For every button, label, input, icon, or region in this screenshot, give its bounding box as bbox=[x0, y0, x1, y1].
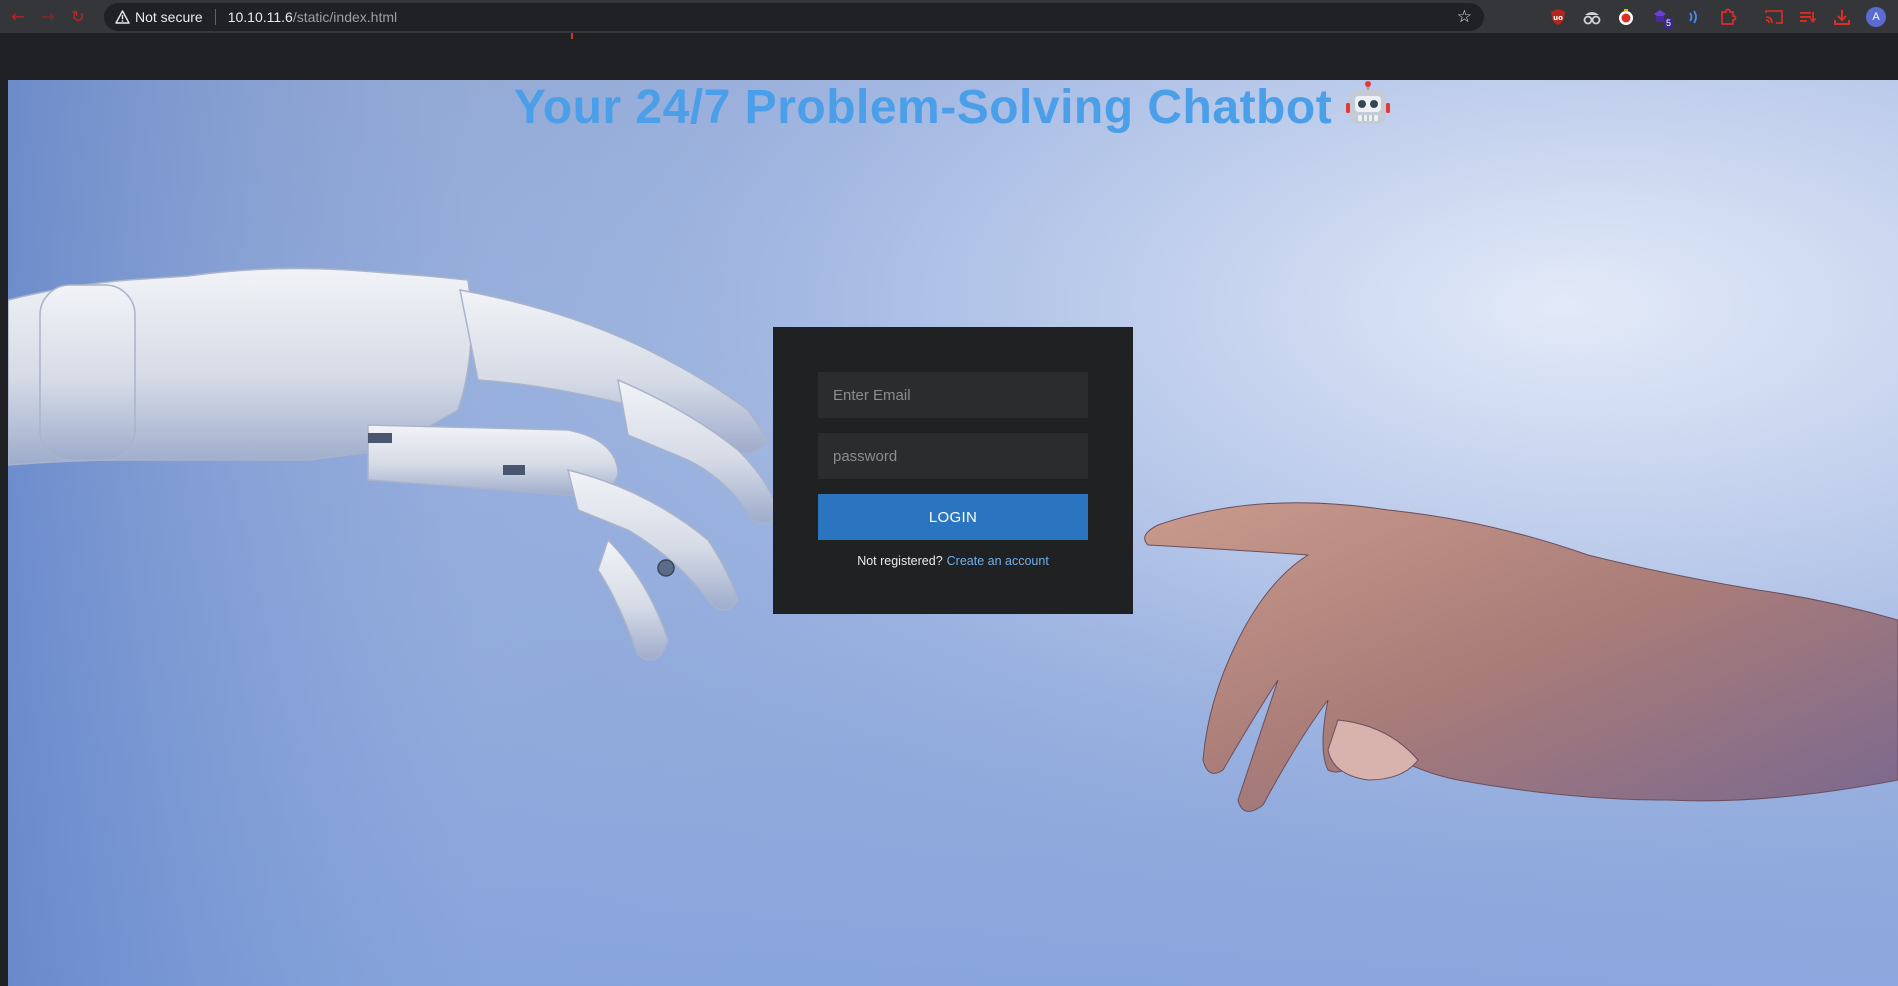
extension-badge-count: 5 bbox=[1663, 17, 1673, 29]
ublock-icon[interactable]: uo bbox=[1548, 7, 1568, 27]
url-host: 10.10.11.6 bbox=[227, 8, 293, 25]
back-arrow-icon[interactable]: ← bbox=[6, 5, 30, 29]
page-loading-indicator bbox=[571, 33, 573, 39]
url-text[interactable]: 10.10.11.6/static/index.html bbox=[228, 9, 397, 25]
browser-toolbar: ← → ↻ Not secure 10.10.11.6/static/index… bbox=[0, 0, 1898, 33]
cast-icon[interactable] bbox=[1764, 7, 1784, 27]
download-icon[interactable] bbox=[1832, 7, 1852, 27]
password-input[interactable] bbox=[818, 433, 1088, 479]
svg-text:uo: uo bbox=[1553, 14, 1563, 22]
url-path: /static/index.html bbox=[292, 8, 398, 25]
forward-arrow-icon[interactable]: → bbox=[36, 5, 60, 29]
profile-avatar[interactable]: A bbox=[1866, 6, 1886, 27]
warning-triangle-icon bbox=[114, 9, 130, 25]
browser-tab-strip bbox=[0, 33, 1898, 80]
register-prompt: Not registered? Create an account bbox=[818, 554, 1088, 568]
register-prompt-text: Not registered? bbox=[857, 554, 943, 568]
page-title-text: Your 24/7 Problem-Solving Chatbot bbox=[513, 81, 1333, 134]
robot-face-icon bbox=[1346, 81, 1391, 124]
queue-icon[interactable] bbox=[1798, 7, 1818, 27]
security-status-label[interactable]: Not secure bbox=[135, 8, 216, 25]
wifi-waves-icon[interactable] bbox=[1684, 7, 1704, 27]
login-button[interactable]: LOGIN bbox=[818, 494, 1088, 540]
address-bar[interactable]: Not secure 10.10.11.6/static/index.html … bbox=[104, 2, 1484, 31]
reload-icon[interactable]: ↻ bbox=[66, 5, 90, 29]
extension-badge-icon[interactable]: 5 bbox=[1650, 7, 1673, 29]
extensions-bar: uo 5 A bbox=[1548, 0, 1886, 33]
spy-icon[interactable] bbox=[1582, 7, 1602, 27]
stopwatch-icon[interactable] bbox=[1616, 7, 1636, 27]
bookmark-star-icon[interactable]: ☆ bbox=[1457, 8, 1472, 26]
create-account-link[interactable]: Create an account bbox=[947, 554, 1049, 568]
email-input[interactable] bbox=[818, 372, 1088, 418]
login-form: LOGIN Not registered? Create an account bbox=[773, 327, 1133, 614]
page-viewport: Your 24/7 Problem-Solving Chatbot LOGIN … bbox=[8, 80, 1898, 986]
page-title: Your 24/7 Problem-Solving Chatbot bbox=[8, 80, 1898, 140]
puzzle-icon[interactable] bbox=[1718, 7, 1738, 27]
